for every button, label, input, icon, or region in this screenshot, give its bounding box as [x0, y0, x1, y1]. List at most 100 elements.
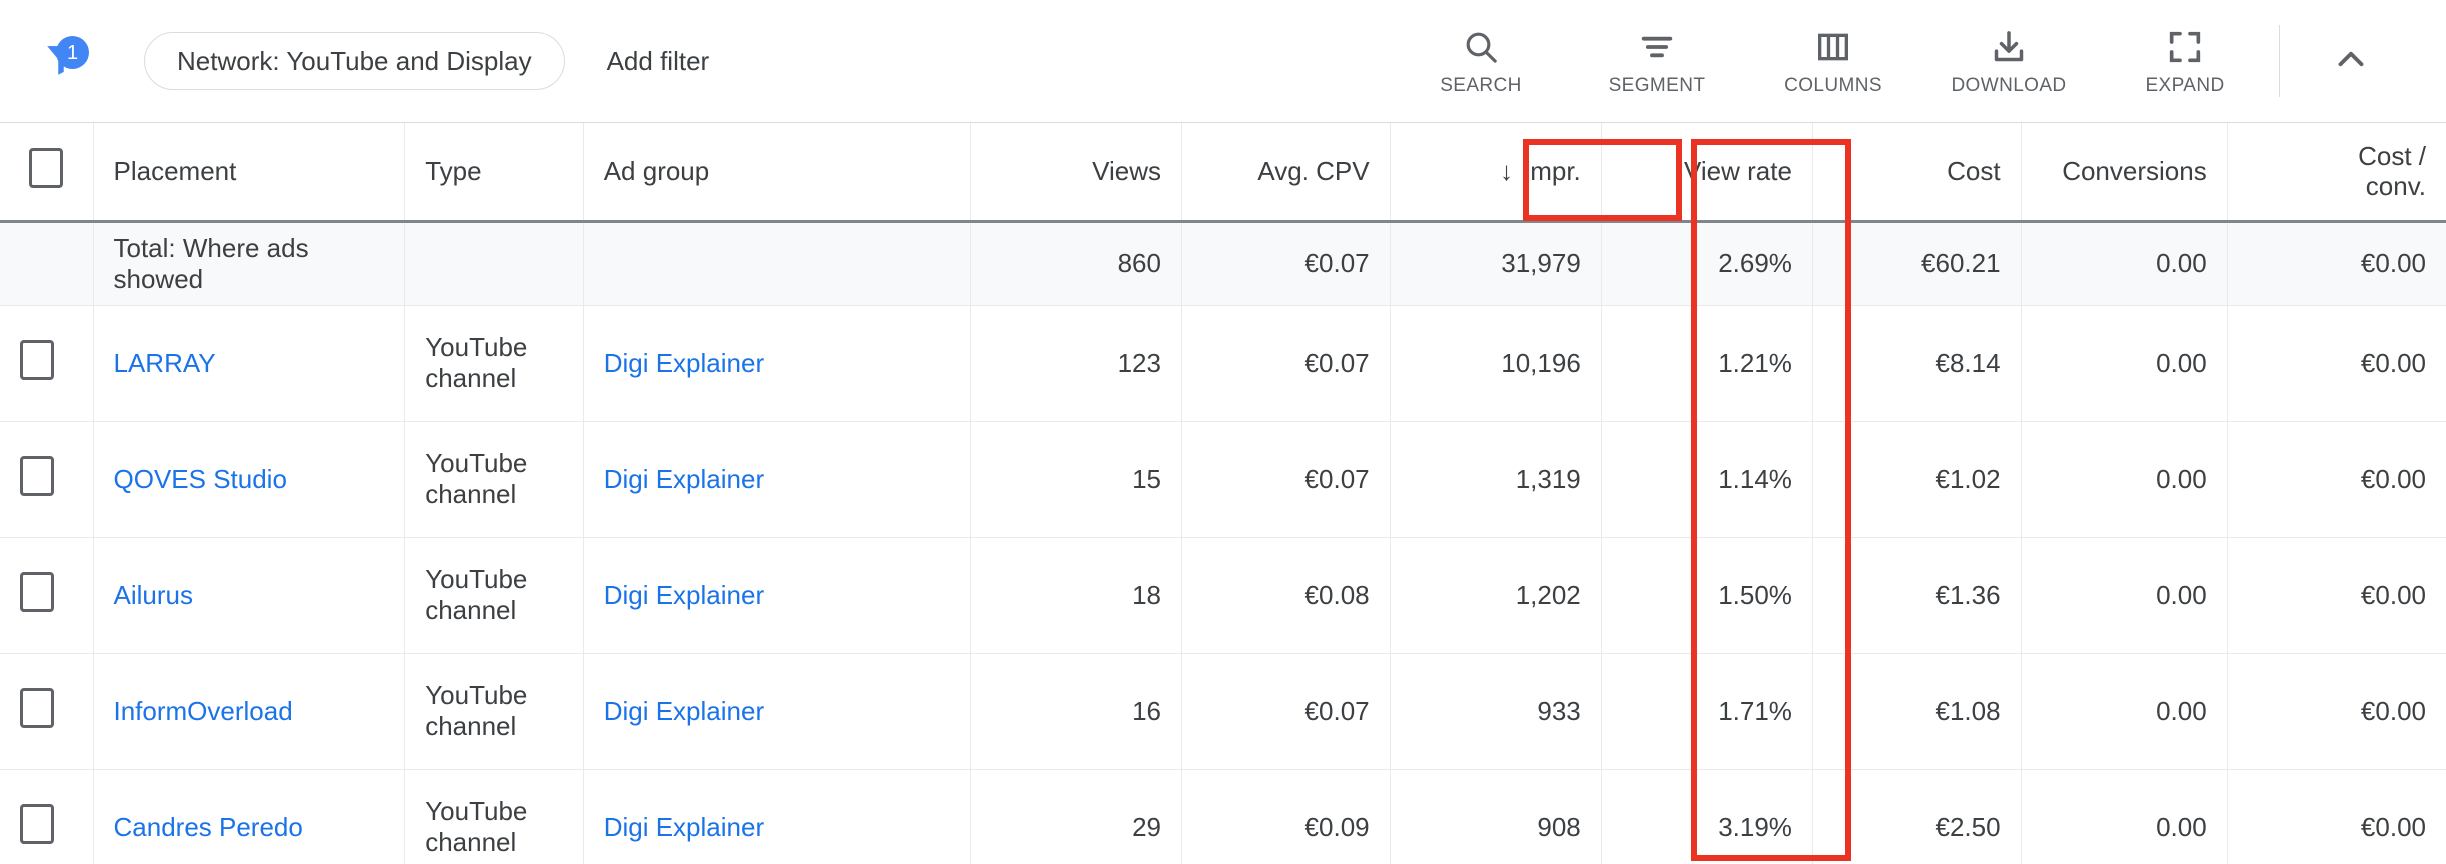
cell-view-rate: 3.19%: [1601, 769, 1812, 864]
table-row: LARRAYYouTubechannelDigi Explainer123€0.…: [0, 305, 2446, 421]
column-header-cost[interactable]: Cost: [1812, 123, 2021, 221]
placement-link[interactable]: Candres Peredo: [114, 812, 303, 842]
type-line2: channel: [425, 363, 562, 394]
column-header-placement[interactable]: Placement: [93, 123, 405, 221]
cell-avg-cpv: €0.07: [1181, 305, 1390, 421]
filter-chip-network[interactable]: Network: YouTube and Display: [144, 32, 565, 90]
totals-checkbox-cell: [0, 221, 93, 305]
cell-cost: €2.50: [1812, 769, 2021, 864]
placement-link[interactable]: Ailurus: [114, 580, 193, 610]
cell-impr: 1,202: [1390, 537, 1601, 653]
add-filter-button[interactable]: Add filter: [607, 46, 710, 77]
cell-cost-per-conv: €0.00: [2227, 653, 2446, 769]
row-checkbox[interactable]: [20, 456, 54, 496]
totals-view-rate: 2.69%: [1601, 221, 1812, 305]
cell-cost-per-conv: €0.00: [2227, 421, 2446, 537]
row-checkbox[interactable]: [20, 572, 54, 612]
column-header-view-rate[interactable]: View rate: [1601, 123, 1812, 221]
ad-group-link[interactable]: Digi Explainer: [604, 580, 764, 610]
row-checkbox-cell[interactable]: [0, 421, 93, 537]
column-header-avg-cpv[interactable]: Avg. CPV: [1181, 123, 1390, 221]
collapse-panel-button[interactable]: [2286, 0, 2416, 122]
cell-cost-per-conv: €0.00: [2227, 305, 2446, 421]
segment-label: SEGMENT: [1609, 75, 1706, 97]
cell-type: YouTubechannel: [405, 305, 583, 421]
row-checkbox-cell[interactable]: [0, 653, 93, 769]
column-header-ad-group[interactable]: Ad group: [583, 123, 970, 221]
cell-avg-cpv: €0.09: [1181, 769, 1390, 864]
filter-funnel-icon-wrap[interactable]: 1: [34, 34, 88, 88]
search-icon: [1461, 26, 1501, 68]
table-row: Candres Peredo YouTubechannel Digi Explain…: [0, 769, 2446, 864]
cell-views: 29: [970, 769, 1181, 864]
toolbar-actions: SEARCH SEGMENT COLUMNS: [1393, 0, 2446, 122]
expand-button[interactable]: EXPAND: [2097, 0, 2273, 122]
cell-impr: 933: [1390, 653, 1601, 769]
ad-group-link[interactable]: Digi Explainer: [604, 348, 764, 378]
cell-view-rate: 1.50%: [1601, 537, 1812, 653]
cell-placement: Candres Peredo: [93, 769, 405, 864]
cell-type: YouTubechannel: [405, 769, 583, 864]
row-checkbox[interactable]: [20, 804, 54, 844]
cell-views: 16: [970, 653, 1181, 769]
table-body: Total: Where ads showed 860 €0.07 31,979…: [0, 221, 2446, 864]
cell-ad-group: Digi Explainer: [583, 653, 970, 769]
ad-group-link[interactable]: Digi Explainer: [604, 812, 764, 842]
placement-link[interactable]: InformOverload: [114, 696, 293, 726]
row-checkbox[interactable]: [20, 688, 54, 728]
cell-cost: €1.08: [1812, 653, 2021, 769]
expand-label: EXPAND: [2145, 75, 2224, 97]
cell-placement: QOVES Studio: [93, 421, 405, 537]
row-checkbox-cell[interactable]: [0, 537, 93, 653]
cell-conversions: 0.00: [2021, 421, 2227, 537]
type-line1: YouTube: [425, 796, 562, 827]
column-header-views[interactable]: Views: [970, 123, 1181, 221]
cell-impr: 10,196: [1390, 305, 1601, 421]
row-checkbox[interactable]: [20, 340, 54, 380]
totals-impr: 31,979: [1390, 221, 1601, 305]
cell-view-rate: 1.21%: [1601, 305, 1812, 421]
cell-view-rate: 1.14%: [1601, 421, 1812, 537]
column-header-conversions[interactable]: Conversions: [2021, 123, 2227, 221]
cell-cost: €8.14: [1812, 305, 2021, 421]
ad-group-link[interactable]: Digi Explainer: [604, 464, 764, 494]
cell-type: YouTubechannel: [405, 537, 583, 653]
cell-conversions: 0.00: [2021, 305, 2227, 421]
placements-table: Placement Type Ad group Views Avg. CPV ↓…: [0, 123, 2446, 864]
filter-chip-label: Network: YouTube and Display: [177, 46, 532, 77]
column-header-impr[interactable]: ↓ Impr.: [1390, 123, 1601, 221]
filter-toolbar: 1 Network: YouTube and Display Add filte…: [0, 0, 2446, 123]
select-all-checkbox-cell[interactable]: [0, 123, 93, 221]
totals-type: [405, 221, 583, 305]
cell-conversions: 0.00: [2021, 653, 2227, 769]
ad-group-link[interactable]: Digi Explainer: [604, 696, 764, 726]
search-button[interactable]: SEARCH: [1393, 0, 1569, 122]
totals-conversions: 0.00: [2021, 221, 2227, 305]
type-line1: YouTube: [425, 448, 562, 479]
column-header-impr-label: Impr.: [1523, 156, 1581, 186]
row-checkbox-cell[interactable]: [0, 305, 93, 421]
cell-views: 15: [970, 421, 1181, 537]
table-row: InformOverloadYouTubechannelDigi Explain…: [0, 653, 2446, 769]
cell-cost-per-conv: €0.00: [2227, 769, 2446, 864]
placement-link[interactable]: LARRAY: [114, 348, 216, 378]
placement-link[interactable]: QOVES Studio: [114, 464, 287, 494]
columns-button[interactable]: COLUMNS: [1745, 0, 1921, 122]
cell-conversions: 0.00: [2021, 769, 2227, 864]
toolbar-divider: [2279, 25, 2280, 97]
row-checkbox-cell[interactable]: [0, 769, 93, 864]
column-header-type[interactable]: Type: [405, 123, 583, 221]
segment-button[interactable]: SEGMENT: [1569, 0, 1745, 122]
type-line2: channel: [425, 479, 562, 510]
cell-placement: Ailurus: [93, 537, 405, 653]
cell-view-rate: 1.71%: [1601, 653, 1812, 769]
expand-icon: [2165, 26, 2205, 68]
cell-type: YouTubechannel: [405, 421, 583, 537]
select-all-checkbox[interactable]: [29, 148, 63, 188]
cell-cost-per-conv: €0.00: [2227, 537, 2446, 653]
download-button[interactable]: DOWNLOAD: [1921, 0, 2097, 122]
cell-views: 123: [970, 305, 1181, 421]
sort-descending-icon: ↓: [1500, 156, 1513, 187]
cell-conversions: 0.00: [2021, 537, 2227, 653]
column-header-cost-per-conv[interactable]: Cost / conv.: [2227, 123, 2446, 221]
